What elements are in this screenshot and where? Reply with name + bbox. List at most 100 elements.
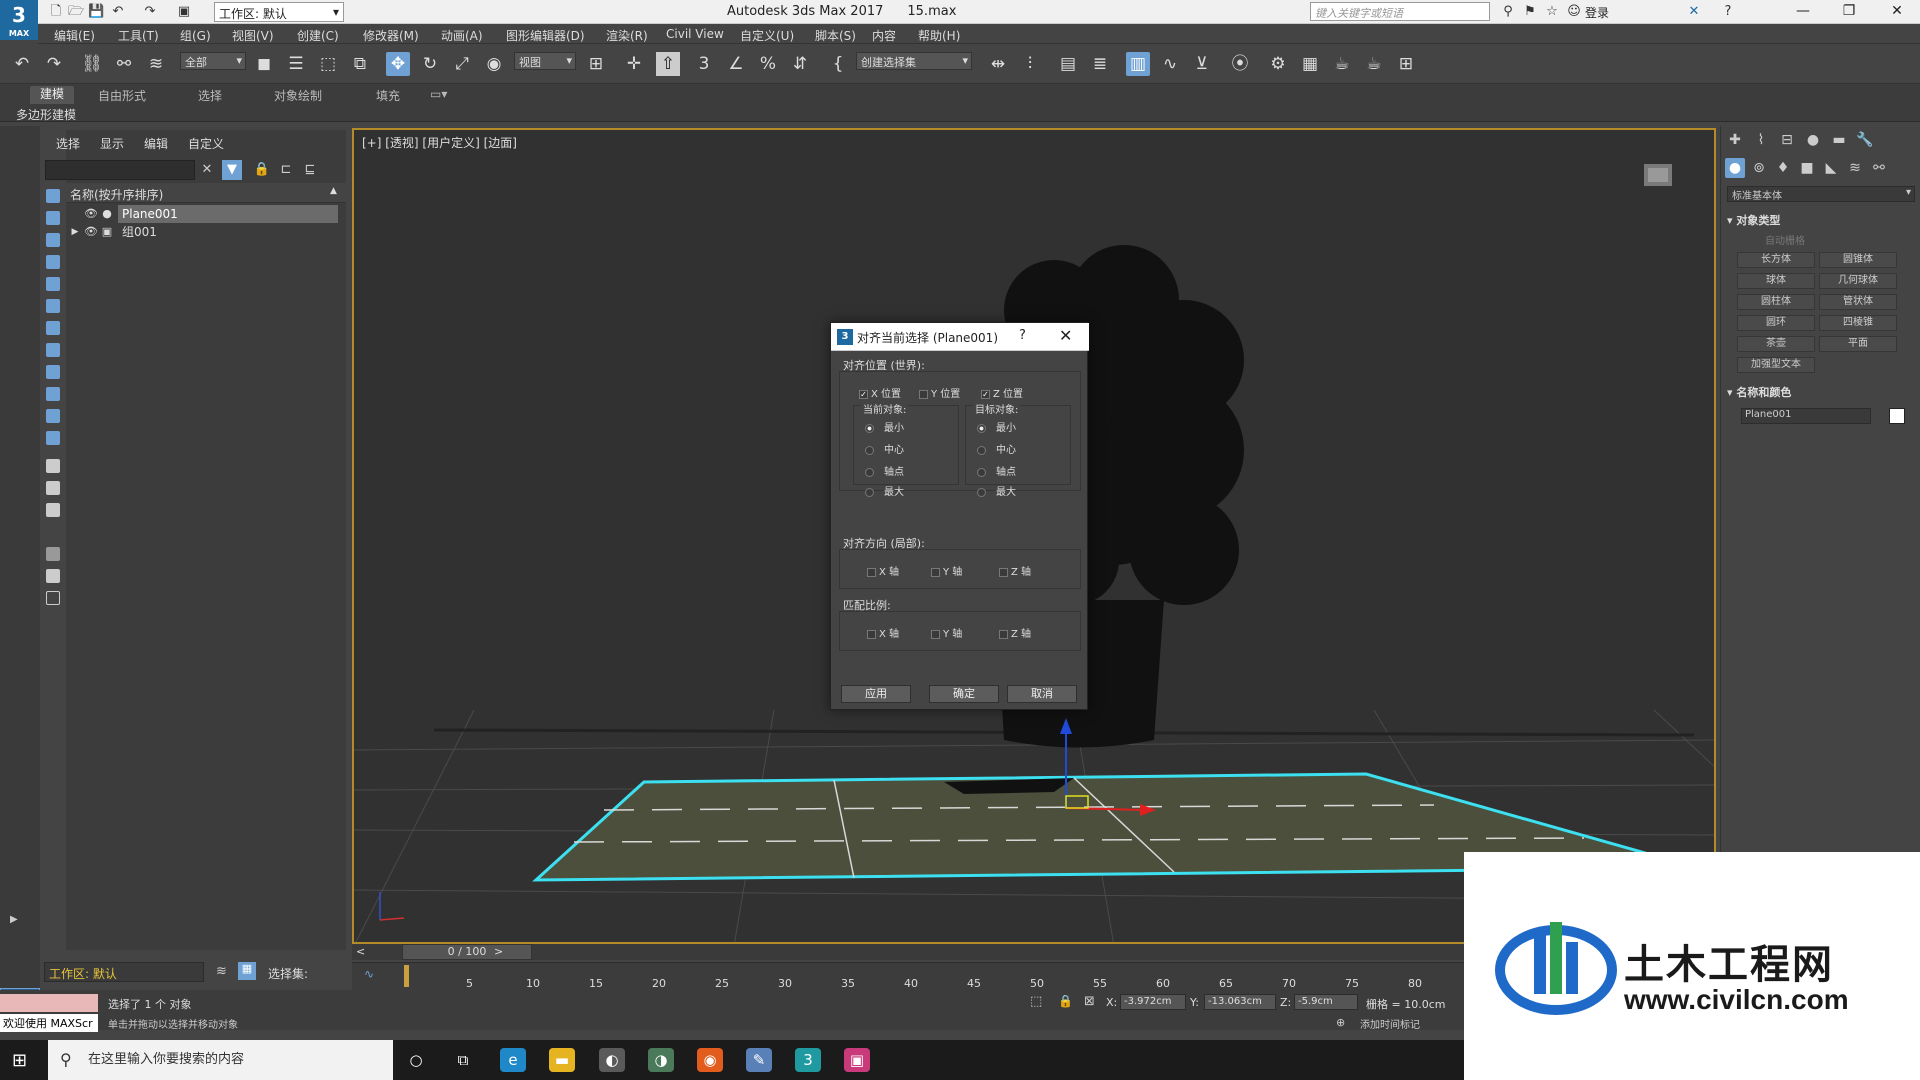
- favorites-icon[interactable]: ☆: [1544, 4, 1560, 20]
- menu-group[interactable]: 组(G): [180, 27, 211, 44]
- open-file-icon[interactable]: 🗁: [68, 4, 84, 20]
- object-color-swatch[interactable]: [1889, 408, 1905, 424]
- angle-snap-icon[interactable]: ∠: [724, 52, 748, 76]
- z-coord-field[interactable]: -5.9cm: [1294, 994, 1358, 1010]
- add-time-tag-label[interactable]: 添加时间标记: [1360, 1016, 1420, 1031]
- systems-icon[interactable]: ⚯: [1869, 158, 1889, 178]
- display-cameras-icon[interactable]: [46, 255, 60, 269]
- binoculars-icon[interactable]: ⚲: [1500, 4, 1516, 20]
- app-icon[interactable]: ▣: [844, 1048, 870, 1072]
- spacewarps-icon[interactable]: ≋: [1845, 158, 1865, 178]
- time-slider-thumb[interactable]: 0 / 100: [402, 944, 532, 960]
- named-selection-dropdown[interactable]: 创建选择集: [856, 52, 972, 70]
- task-view-icon[interactable]: ⧉: [450, 1048, 476, 1072]
- time-tag-icon[interactable]: ⊕: [1336, 1016, 1345, 1029]
- display-tab-icon[interactable]: ▬: [1829, 130, 1849, 150]
- autogrid-checkbox[interactable]: 自动栅格: [1765, 232, 1805, 247]
- link-icon[interactable]: ⛓: [80, 52, 104, 76]
- display-groups-icon[interactable]: [46, 321, 60, 335]
- hierarchy-tab-icon[interactable]: ⊟: [1777, 130, 1797, 150]
- redo-icon[interactable]: ↷: [142, 4, 158, 20]
- unlink-icon[interactable]: ⚯: [112, 52, 136, 76]
- target-max-radio[interactable]: 最大: [977, 483, 1016, 498]
- filter-icon[interactable]: [46, 547, 60, 561]
- tab-populate[interactable]: 填充: [376, 87, 400, 104]
- project-icon[interactable]: ▣: [176, 4, 192, 20]
- lock-icon[interactable]: 🔒: [252, 160, 272, 180]
- create-tab-icon[interactable]: ✚: [1725, 130, 1745, 150]
- selection-lock-icon[interactable]: 🔒: [1058, 994, 1073, 1008]
- lights-icon[interactable]: ♦: [1773, 158, 1793, 178]
- cylinder-button[interactable]: 圆柱体: [1737, 294, 1815, 310]
- menu-rendering[interactable]: 渲染(R): [606, 27, 648, 44]
- bind-spacewarp-icon[interactable]: ≋: [144, 52, 168, 76]
- layer-explorer-icon[interactable]: ≣: [1088, 52, 1112, 76]
- select-move-icon[interactable]: ✥: [386, 52, 410, 76]
- polygon-modeling-label[interactable]: 多边形建模: [16, 106, 76, 123]
- minimize-button[interactable]: —: [1780, 0, 1826, 24]
- search-input[interactable]: 键入关键字或短语: [1310, 2, 1490, 21]
- curve-editor-icon[interactable]: ∿: [1158, 52, 1182, 76]
- box-button[interactable]: 长方体: [1737, 252, 1815, 268]
- helpers-icon[interactable]: ◣: [1821, 158, 1841, 178]
- select-manipulate-icon[interactable]: ✛: [622, 52, 646, 76]
- file-explorer-icon[interactable]: ▬: [549, 1048, 575, 1072]
- display-invert-icon[interactable]: [46, 503, 60, 517]
- render-iterative-icon[interactable]: ☕: [1362, 52, 1386, 76]
- dialog-titlebar[interactable]: 3 对齐当前选择 (Plane001) ? ✕: [831, 323, 1089, 351]
- menu-scripting[interactable]: 脚本(S): [815, 27, 856, 44]
- selection-filter-dropdown[interactable]: 全部: [180, 52, 246, 70]
- new-file-icon[interactable]: 🗋: [48, 4, 64, 20]
- display-shapes-icon[interactable]: [46, 211, 60, 225]
- z-position-checkbox[interactable]: ✓ Z 位置: [981, 385, 1023, 400]
- mini-curve-icon[interactable]: ∿: [364, 967, 374, 981]
- snaps-toggle-icon[interactable]: 3: [692, 52, 716, 76]
- name-color-rollout[interactable]: ▾ 名称和颜色: [1727, 384, 1791, 400]
- target-min-radio[interactable]: 最小: [977, 419, 1016, 434]
- schematic-view-icon[interactable]: ⊻: [1190, 52, 1214, 76]
- next-frame-icon[interactable]: >: [494, 945, 503, 958]
- select-by-name-icon[interactable]: ☰: [284, 52, 308, 76]
- maxscript-listener[interactable]: [0, 994, 98, 1012]
- menu-graph-editors[interactable]: 图形编辑器(D): [506, 27, 585, 44]
- edit-named-sets-icon[interactable]: {: [826, 52, 850, 76]
- sphere-button[interactable]: 球体: [1737, 273, 1815, 289]
- scale-z-checkbox[interactable]: Z 轴: [999, 625, 1031, 640]
- display-containers-icon[interactable]: [46, 387, 60, 401]
- notepad-icon[interactable]: ✎: [746, 1048, 772, 1072]
- ok-button[interactable]: 确定: [929, 685, 999, 703]
- cortana-icon[interactable]: ○: [403, 1048, 429, 1072]
- render-online-icon[interactable]: ⊞: [1394, 52, 1418, 76]
- rendered-frame-icon[interactable]: ▦: [1298, 52, 1322, 76]
- workspace-dropdown[interactable]: 工作区: 默认: [214, 2, 344, 22]
- table-row[interactable]: ▶ 👁 ▣ 组001: [66, 223, 342, 241]
- orient-y-checkbox[interactable]: Y 轴: [931, 563, 962, 578]
- target-pivot-radio[interactable]: 轴点: [977, 463, 1016, 478]
- clear-search-icon[interactable]: ✕: [197, 160, 217, 180]
- align-icon[interactable]: ⫶: [1018, 52, 1042, 76]
- table-row[interactable]: 👁 ● Plane001: [66, 205, 342, 223]
- display-lights-icon[interactable]: [46, 233, 60, 247]
- display-all-icon[interactable]: [46, 459, 60, 473]
- edge-icon[interactable]: e: [500, 1048, 526, 1072]
- redo-icon[interactable]: ↷: [42, 52, 66, 76]
- current-max-radio[interactable]: 最大: [865, 483, 904, 498]
- tab-selection[interactable]: 选择: [198, 87, 222, 104]
- rect-selection-icon[interactable]: ⬚: [316, 52, 340, 76]
- max-logo[interactable]: 3 MAX: [0, 0, 38, 40]
- object-type-rollout[interactable]: ▾ 对象类型: [1727, 212, 1780, 228]
- apply-button[interactable]: 应用: [841, 685, 911, 703]
- menu-modifiers[interactable]: 修改器(M): [363, 27, 419, 44]
- scale-x-checkbox[interactable]: X 轴: [867, 625, 899, 640]
- percent-snap-icon[interactable]: %: [756, 52, 780, 76]
- explorer-tab-select[interactable]: 选择: [56, 135, 80, 152]
- cancel-button[interactable]: 取消: [1007, 685, 1077, 703]
- display-none-icon[interactable]: [46, 481, 60, 495]
- utilities-tab-icon[interactable]: 🔧: [1855, 130, 1875, 150]
- motion-tab-icon[interactable]: ●: [1803, 130, 1823, 150]
- plane-button[interactable]: 平面: [1819, 336, 1897, 352]
- reference-coord-dropdown[interactable]: 视图: [514, 52, 576, 70]
- selection-set-icon[interactable]: ▦: [238, 962, 256, 980]
- app-icon[interactable]: ◐: [599, 1048, 625, 1072]
- expand-icon[interactable]: ▶: [68, 225, 82, 239]
